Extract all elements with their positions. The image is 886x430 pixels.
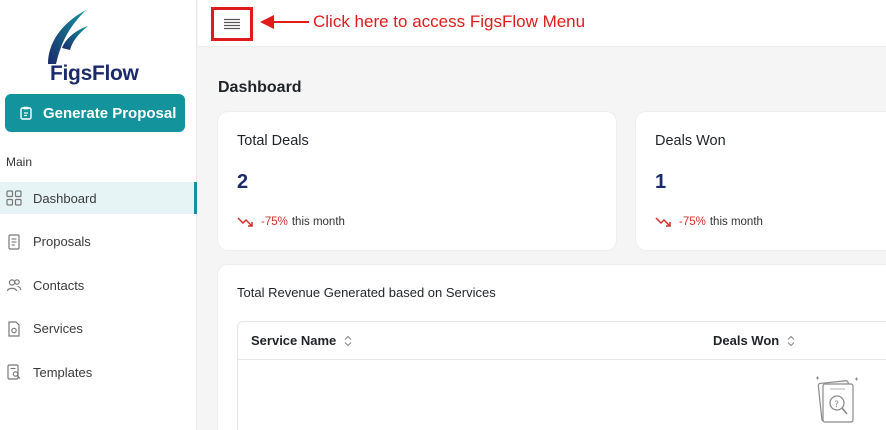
clipboard-icon bbox=[19, 106, 33, 120]
sidebar-item-services[interactable]: Services bbox=[0, 313, 197, 345]
card-value: 1 bbox=[655, 171, 667, 193]
generate-proposal-label: Generate Proposal bbox=[43, 104, 177, 122]
column-header-service-name[interactable]: Service Name bbox=[251, 333, 352, 348]
card-trend: -75% this month bbox=[237, 216, 345, 228]
logo-text: FigsFlow bbox=[50, 62, 139, 85]
trend-down-icon bbox=[237, 217, 253, 227]
card-trend: -75% this month bbox=[655, 216, 763, 228]
annotation-text: Click here to access FigsFlow Menu bbox=[313, 12, 586, 31]
sidebar-item-proposals[interactable]: Proposals bbox=[0, 226, 197, 258]
sidebar-nav: Dashboard Proposals Contacts Services Te… bbox=[0, 182, 197, 400]
card-title: Total Deals bbox=[237, 133, 309, 149]
sidebar-item-label: Dashboard bbox=[33, 190, 97, 206]
card-title: Deals Won bbox=[655, 133, 726, 149]
panel-title: Total Revenue Generated based on Service… bbox=[237, 285, 496, 300]
sidebar-item-templates[interactable]: Templates bbox=[0, 356, 197, 388]
document-icon bbox=[8, 233, 20, 250]
hamburger-menu-icon bbox=[224, 18, 240, 30]
column-header-label: Deals Won bbox=[713, 333, 780, 348]
trend-percent: -75% bbox=[261, 216, 288, 228]
revenue-by-service-panel: Total Revenue Generated based on Service… bbox=[218, 265, 886, 430]
menu-toggle-button[interactable] bbox=[211, 7, 253, 41]
sidebar-item-label: Templates bbox=[33, 364, 93, 380]
total-deals-card: Total Deals 2 -75% this month bbox=[218, 112, 616, 250]
sidebar-item-label: Services bbox=[33, 321, 83, 336]
users-icon bbox=[6, 279, 22, 292]
deals-won-card: Deals Won 1 -75% this month bbox=[636, 112, 886, 250]
top-header: Click here to access FigsFlow Menu bbox=[198, 0, 886, 47]
revenue-table: Service Name Deals Won ? bbox=[237, 321, 886, 430]
template-search-icon bbox=[7, 364, 21, 380]
annotation-arrow-icon bbox=[260, 15, 309, 29]
figsflow-logo[interactable]: FigsFlow bbox=[38, 8, 158, 85]
trend-period: this month bbox=[709, 216, 763, 228]
card-value: 2 bbox=[237, 171, 249, 193]
sort-icon bbox=[787, 335, 795, 346]
trend-percent: -75% bbox=[679, 216, 706, 228]
generate-proposal-button[interactable]: Generate Proposal bbox=[5, 94, 185, 132]
sidebar-item-dashboard[interactable]: Dashboard bbox=[0, 182, 197, 214]
figsflow-logo-icon bbox=[48, 10, 88, 64]
sort-icon bbox=[344, 335, 352, 346]
column-header-deals-won[interactable]: Deals Won bbox=[713, 333, 795, 348]
service-doc-icon bbox=[8, 320, 20, 337]
trend-down-icon bbox=[655, 217, 671, 227]
sidebar-item-label: Proposals bbox=[33, 234, 91, 249]
sidebar-item-label: Contacts bbox=[33, 277, 85, 293]
sidebar-item-contacts[interactable]: Contacts bbox=[0, 269, 197, 301]
column-header-label: Service Name bbox=[251, 333, 337, 348]
no-data-icon: ? bbox=[816, 376, 858, 423]
svg-text:?: ? bbox=[834, 400, 839, 410]
grid-icon bbox=[6, 190, 22, 206]
table-header: Service Name Deals Won bbox=[238, 322, 886, 360]
page-title: Dashboard bbox=[218, 79, 302, 96]
sidebar-section-label: Main bbox=[6, 155, 33, 169]
sidebar: FigsFlow Generate Proposal Main Dashboar… bbox=[0, 0, 197, 430]
trend-period: this month bbox=[291, 216, 345, 228]
